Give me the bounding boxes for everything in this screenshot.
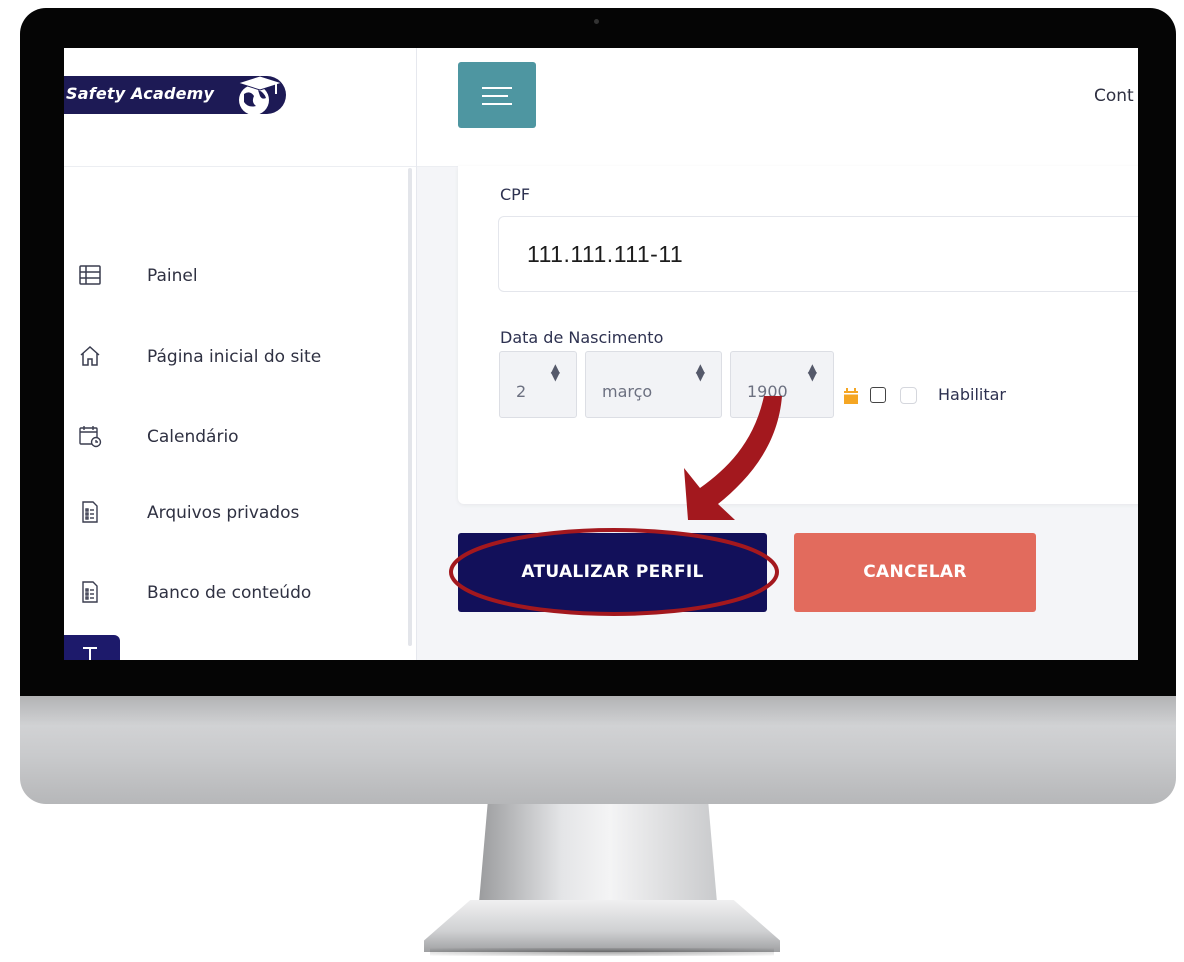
cpf-input[interactable] xyxy=(498,216,1138,292)
file-icon xyxy=(82,501,98,523)
sidebar-item-private-files[interactable]: Arquivos privados xyxy=(64,493,404,533)
logo-area: Safety Academy xyxy=(64,48,416,167)
file-icon xyxy=(82,581,98,603)
screen: Safety Academy Painel Página inicial do … xyxy=(64,48,1138,660)
profile-form-card: CPF Data de Nascimento 2 ▲▼ março ▲▼ 190… xyxy=(458,166,1138,504)
birthdate-label: Data de Nascimento xyxy=(500,328,664,347)
camera-dot xyxy=(594,19,599,24)
sidebar-item-calendar[interactable]: Calendário xyxy=(64,417,404,457)
hamburger-icon xyxy=(482,87,512,89)
sidebar-item-content-bank[interactable]: Banco de conteúdo xyxy=(64,573,404,613)
globe-graduation-icon xyxy=(236,76,284,114)
select-arrows-icon: ▲ ▼ xyxy=(695,361,705,383)
monitor-base xyxy=(424,900,780,952)
birth-month-value: março xyxy=(602,382,653,401)
cancel-button[interactable]: CANCELAR xyxy=(794,533,1036,612)
table-icon xyxy=(79,265,101,285)
topbar: Cont xyxy=(417,48,1138,167)
birth-year-value: 1900 xyxy=(747,382,788,401)
home-icon xyxy=(80,345,100,366)
sidebar-item-label: Arquivos privados xyxy=(147,503,300,523)
sidebar-item-home[interactable]: Página inicial do site xyxy=(64,337,404,377)
chin-shade xyxy=(20,696,1176,726)
hamburger-icon xyxy=(482,95,508,97)
date-checkbox[interactable] xyxy=(870,387,886,403)
sidebar-scrollbar[interactable] xyxy=(408,168,412,646)
cpf-label: CPF xyxy=(500,185,531,204)
select-arrows-icon: ▲ ▼ xyxy=(807,361,817,383)
enable-checkbox[interactable] xyxy=(900,387,917,404)
logo-text: Safety Academy xyxy=(66,84,215,103)
base-shadow xyxy=(430,948,774,956)
birth-year-select[interactable]: 1900 ▲ ▼ xyxy=(730,351,834,418)
sidebar-item-painel[interactable]: Painel xyxy=(64,256,404,296)
sidebar-item-label: Painel xyxy=(147,266,198,286)
update-profile-button[interactable]: ATUALIZAR PERFIL xyxy=(458,533,767,612)
sidebar-item-label: Banco de conteúdo xyxy=(147,583,312,603)
sidebar: Safety Academy Painel Página inicial do … xyxy=(64,48,417,660)
tool-icon xyxy=(83,647,97,660)
select-arrows-icon: ▲ ▼ xyxy=(550,361,560,383)
enable-label: Habilitar xyxy=(938,385,1006,404)
birth-day-value: 2 xyxy=(516,382,527,401)
birth-day-select[interactable]: 2 ▲ ▼ xyxy=(499,351,577,418)
calendar-icon xyxy=(79,426,102,448)
top-nav-link[interactable]: Cont xyxy=(1094,86,1134,106)
calendar-picker-icon[interactable] xyxy=(843,387,859,405)
sidebar-item-label: Página inicial do site xyxy=(147,347,322,367)
hamburger-icon xyxy=(482,103,512,105)
monitor-stand xyxy=(478,804,718,914)
main-content: Cont CPF Data de Nascimento 2 ▲▼ março ▲… xyxy=(417,48,1138,660)
birth-month-select[interactable]: março ▲ ▼ xyxy=(585,351,722,418)
menu-toggle-button[interactable] xyxy=(458,62,536,128)
sidebar-item-label: Calendário xyxy=(147,427,239,447)
sidebar-active-marker[interactable] xyxy=(64,635,120,660)
logo[interactable]: Safety Academy xyxy=(64,76,286,114)
